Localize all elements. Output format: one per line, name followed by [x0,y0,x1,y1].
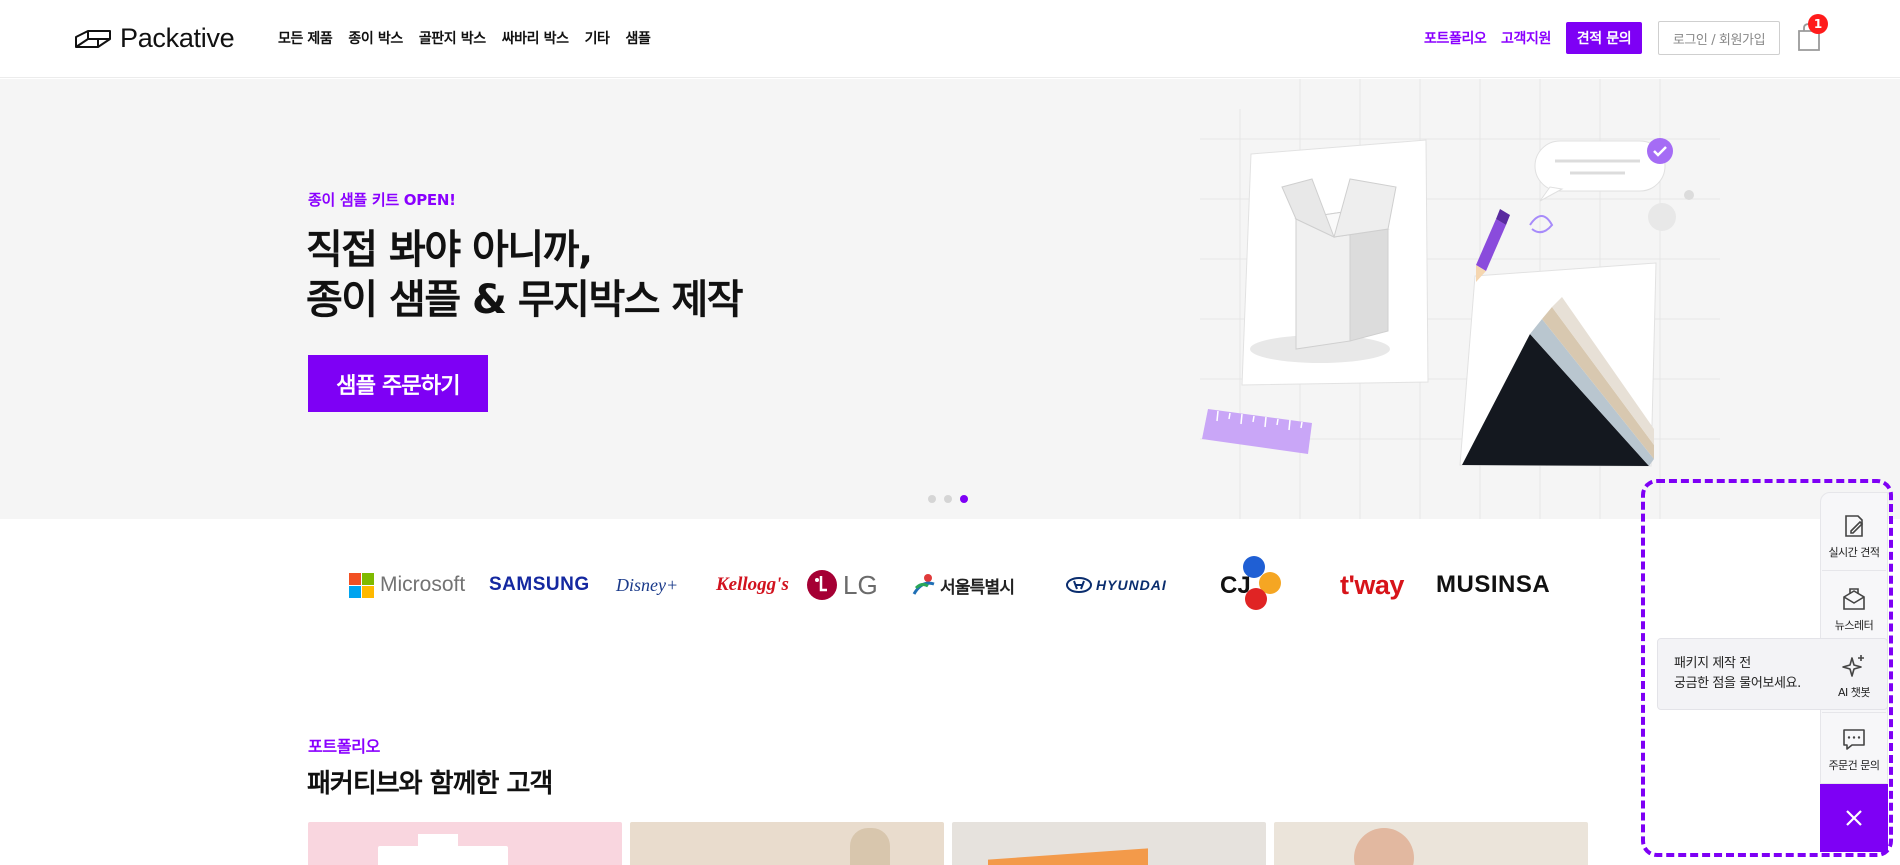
chat-message-icon [1843,729,1865,750]
ai-chatbot-button[interactable]: AI 챗봇 [1820,640,1888,712]
slide-dot-3[interactable] [960,495,968,503]
client-logo-strip: Microsoft SAMSUNG Disney+ Kellogg's LG 서… [0,540,1900,630]
edit-document-icon [1845,515,1864,537]
logo-cj: CJ [1218,540,1292,630]
main-nav: 모든 제품 종이 박스 골판지 박스 싸바리 박스 기타 샘플 [278,28,651,48]
hero-eyebrow: 종이 샘플 키트 OPEN! [308,191,456,209]
portfolio-link[interactable]: 포트폴리오 [1424,28,1487,48]
sparkle-icon [1842,655,1864,677]
realtime-quote-button[interactable]: 실시간 견적 [1820,500,1888,572]
portfolio-title: 패커티브와 함께한 고객 [307,769,553,799]
slide-dot-2[interactable] [944,495,952,503]
hero-banner: 종이 샘플 키트 OPEN! 직접 봐야 아니까, 종이 샘플 & 무지박스 제… [0,79,1900,519]
logo-samsung: SAMSUNG [489,574,590,595]
ruler-illustration [1202,409,1312,454]
chat-bubble-illustration [1534,138,1694,231]
logo-seoul: 서울특별시 [912,540,1015,630]
portfolio-card-4[interactable] [1274,822,1588,865]
mail-box-icon [1843,588,1865,610]
nav-sample[interactable]: 샘플 [626,28,651,48]
close-icon [1846,810,1862,826]
portfolio-card-1[interactable] [308,822,622,865]
nav-corrugated-box[interactable]: 골판지 박스 [419,28,486,48]
brand-name: Packative [120,23,235,53]
logo-tway: t'way [1340,569,1404,600]
paper-samples-card [1459,262,1657,467]
slide-pagination [928,495,968,503]
logo-hyundai: HYUNDAI [1066,540,1167,630]
newsletter-button[interactable]: 뉴스레터 [1820,573,1888,645]
hyundai-h-icon [1066,577,1092,593]
quote-request-button[interactable]: 견적 문의 [1566,22,1642,54]
realtime-quote-label: 실시간 견적 [1828,546,1880,559]
order-sample-button[interactable]: 샘플 주문하기 [308,355,488,412]
pencil-drawing [1476,209,1510,282]
site-header: Packative 모든 제품 종이 박스 골판지 박스 싸바리 박스 기타 샘… [0,0,1900,78]
hero-title-line-1: 직접 봐야 아니까, [306,227,593,273]
side-divider [1822,570,1886,571]
order-inquiry-label: 주문건 문의 [1828,759,1880,772]
order-inquiry-button[interactable]: 주문건 문의 [1820,713,1888,785]
nav-rigid-box[interactable]: 싸바리 박스 [502,28,569,48]
box-logo-icon [75,29,111,48]
logo-kelloggs: Kellogg's [716,574,789,595]
close-panel-button[interactable] [1820,784,1888,852]
ai-prompt-text: 패키지 제작 전 궁금한 점을 물어보세요. [1674,654,1801,694]
ai-prompt-line-2: 궁금한 점을 물어보세요. [1674,676,1801,691]
logo-disney-plus: Disney+ [616,574,679,595]
nav-etc[interactable]: 기타 [585,28,610,48]
portfolio-card-3[interactable] [952,822,1266,865]
hero-title: 직접 봐야 아니까, 종이 샘플 & 무지박스 제작 [306,225,744,325]
logo-microsoft: Microsoft [349,540,465,630]
hero-illustration [1200,79,1720,519]
nav-paper-box[interactable]: 종이 박스 [348,28,403,48]
brand-logo[interactable]: Packative [74,23,235,54]
portfolio-card-2[interactable] [630,822,944,865]
seoul-symbol-icon [912,574,935,595]
logo-musinsa: MUSINSA [1436,571,1551,598]
portfolio-eyebrow: 포트폴리오 [308,737,381,756]
slide-dot-1[interactable] [928,495,936,503]
ai-chatbot-label: AI 챗봇 [1837,686,1871,699]
cart-count-badge: 1 [1808,14,1828,34]
microsoft-squares-icon [349,572,374,598]
newsletter-label: 뉴스레터 [1834,619,1874,632]
nav-all-products[interactable]: 모든 제품 [278,28,333,48]
logo-lg: LG [806,540,878,630]
login-signup-button[interactable]: 로그인 / 회원가입 [1658,21,1780,55]
lg-face-icon [807,570,837,600]
support-link[interactable]: 고객지원 [1501,28,1551,48]
hero-title-line-2: 종이 샘플 & 무지박스 제작 [306,277,744,323]
white-box-card [1241,139,1429,386]
ai-prompt-line-1: 패키지 제작 전 [1674,656,1751,671]
